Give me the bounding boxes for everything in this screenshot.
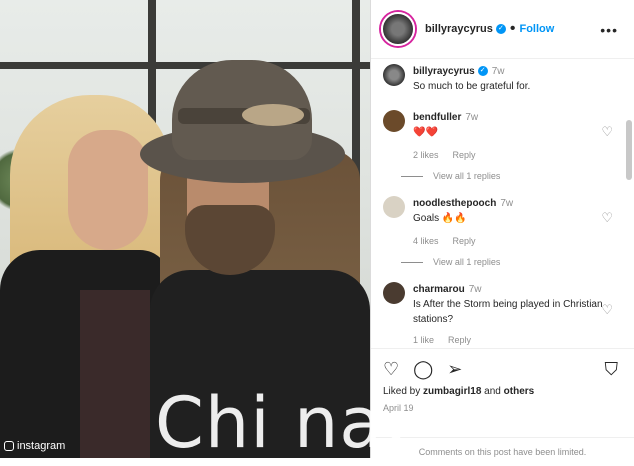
commenter-avatar[interactable] xyxy=(383,196,405,218)
comments-list[interactable]: billyraycyrus ✓ 7w So much to be grateful … xyxy=(371,58,634,348)
caption-text: So much to be grateful for. xyxy=(413,81,531,92)
view-replies[interactable]: View all 1 replies xyxy=(401,257,500,267)
bookmark-icon[interactable]: ⛉ xyxy=(605,359,619,380)
instagram-logo-icon xyxy=(4,441,14,451)
comment-username[interactable]: charmarou xyxy=(413,284,465,295)
comments-scrollbar[interactable] xyxy=(626,120,632,180)
comment-time: 7w xyxy=(468,284,482,295)
commenter-avatar[interactable] xyxy=(383,282,405,304)
view-replies[interactable]: View all 1 replies xyxy=(401,171,500,181)
woman-face xyxy=(68,130,148,250)
instagram-watermark-text: instagram xyxy=(17,440,66,452)
author-username[interactable]: billyraycyrus xyxy=(425,23,493,35)
woman-shirt xyxy=(80,290,150,458)
comment-text: Goals 🔥🔥 xyxy=(413,213,467,224)
liked-by-and: and xyxy=(484,386,501,397)
comment-time: 7w xyxy=(500,198,514,209)
comment-text: ❤️❤️ xyxy=(413,127,438,138)
reply-button[interactable]: Reply xyxy=(448,335,471,345)
view-replies-text[interactable]: View all 1 replies xyxy=(433,171,500,181)
separator-dot: • xyxy=(509,20,516,37)
site-watermark: Chi na2 xyxy=(155,382,429,464)
view-replies-text[interactable]: View all 1 replies xyxy=(433,257,500,267)
follow-button[interactable]: Follow xyxy=(519,23,554,35)
verified-icon: ✓ xyxy=(495,24,506,34)
post-header: billyraycyrus ✓ • Follow ••• xyxy=(371,0,634,59)
heart-icon[interactable]: ♡ xyxy=(383,359,399,380)
caption-username[interactable]: billyraycyrus xyxy=(413,66,475,77)
hat-feather xyxy=(242,104,304,126)
comment-text: Is After the Storm being played in Chris… xyxy=(413,299,603,325)
commenter-avatar[interactable] xyxy=(383,110,405,132)
comment-username[interactable]: bendfuller xyxy=(413,112,461,123)
reply-button[interactable]: Reply xyxy=(453,236,476,246)
heart-icon[interactable]: ♡ xyxy=(601,210,613,226)
liked-by-user[interactable]: zumbagirl18 xyxy=(423,386,481,397)
verified-icon: ✓ xyxy=(477,66,488,77)
author-avatar-small[interactable] xyxy=(383,64,405,86)
reply-button[interactable]: Reply xyxy=(453,150,476,160)
comment-username[interactable]: noodlesthepooch xyxy=(413,198,496,209)
caption-time: 7w xyxy=(491,66,505,77)
window-frame xyxy=(0,62,370,69)
comment-likes[interactable]: 4 likes xyxy=(413,236,439,246)
heart-icon[interactable]: ♡ xyxy=(601,124,613,140)
author-avatar[interactable] xyxy=(381,12,415,46)
instagram-watermark: instagram xyxy=(4,440,65,452)
comment-time: 7w xyxy=(465,112,479,123)
comment-likes[interactable]: 1 like xyxy=(413,335,434,345)
more-icon[interactable]: ••• xyxy=(600,22,618,38)
heart-icon[interactable]: ♡ xyxy=(601,302,613,318)
liked-by-others[interactable]: others xyxy=(504,386,535,397)
comment-icon[interactable]: ◯ xyxy=(413,359,433,380)
comment-likes[interactable]: 2 likes xyxy=(413,150,439,160)
share-icon[interactable]: ➢ xyxy=(447,359,462,380)
